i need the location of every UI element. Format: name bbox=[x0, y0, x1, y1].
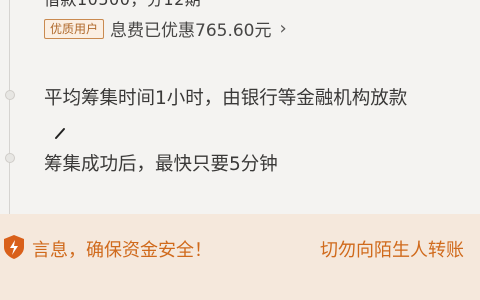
warning-text-right: 切勿向陌生人转账 bbox=[320, 240, 464, 261]
funding-time-info: 平均筹集时间1小时，由银行等金融机构放款 bbox=[44, 88, 408, 109]
chevron-right-icon[interactable]: › bbox=[280, 18, 287, 39]
loan-info-card: 借款10500，分12期 优质用户 息费已优惠765.60元 › 平均筹集时间1… bbox=[0, 0, 480, 214]
pen-mark-icon bbox=[55, 128, 65, 139]
fastest-disbursement-info: 筹集成功后，最快只要5分钟 bbox=[44, 154, 278, 175]
loan-summary-partial: 借款10500，分12期 bbox=[44, 0, 201, 10]
timeline-line bbox=[9, 0, 10, 214]
timeline-dot bbox=[5, 90, 15, 100]
shield-lightning-icon bbox=[4, 235, 24, 259]
vip-user-badge: 优质用户 bbox=[44, 18, 105, 39]
fee-discount-row[interactable]: 优质用户 息费已优惠765.60元 › bbox=[44, 16, 287, 41]
timeline-dot bbox=[5, 153, 15, 163]
fee-discount-text: 息费已优惠765.60元 bbox=[110, 21, 272, 41]
warning-text-left: 言息，确保资金安全！ bbox=[32, 240, 212, 261]
